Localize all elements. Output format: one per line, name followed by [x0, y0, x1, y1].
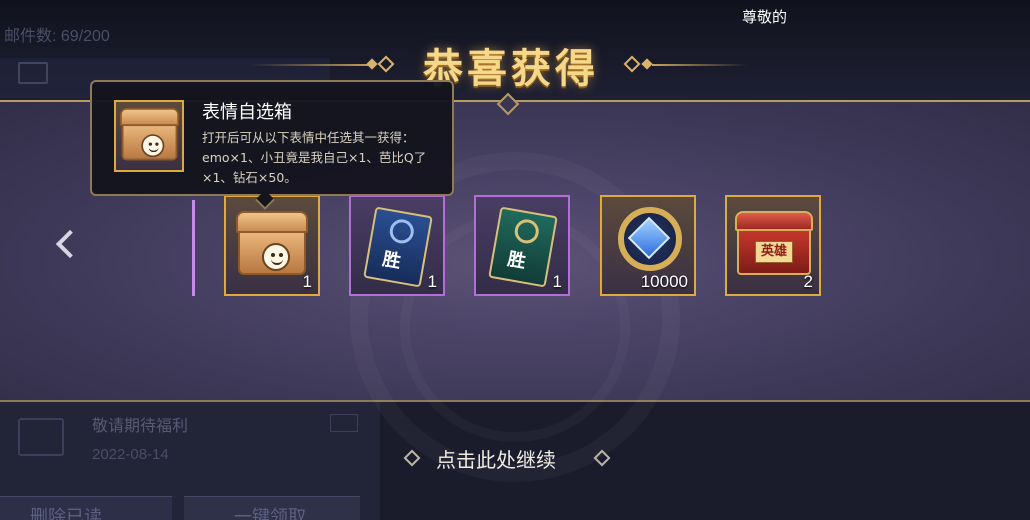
claim-all-button: 一键领取 — [184, 496, 360, 520]
title-line-left — [250, 64, 375, 66]
diamond-ornament-right-icon — [593, 449, 611, 467]
reward-item-blue-card[interactable]: 胜 1 — [349, 195, 445, 296]
card-badge: 胜 — [380, 248, 403, 273]
mail-tag-icon — [330, 414, 358, 432]
item-count: 10000 — [640, 272, 688, 291]
title-line-right — [652, 64, 747, 66]
victory-card-blue-icon: 胜 — [363, 206, 433, 288]
diamond-ornament-left-icon — [403, 449, 421, 467]
hero-chest-plate: 英雄 — [755, 241, 793, 263]
item-count: 1 — [427, 272, 437, 291]
scroll-left-button[interactable] — [50, 228, 85, 268]
item-count: 2 — [803, 272, 813, 291]
title-diamond-right — [623, 55, 641, 73]
emoji-chest-icon — [236, 211, 308, 277]
tooltip-description: 打开后可从以下表情中任选其一获得：emo×1、小丑竟是我自己×1、芭比Q了×1、… — [202, 130, 427, 185]
continue-label: 点击此处继续 — [436, 448, 556, 472]
hero-chest-icon: 英雄 — [735, 211, 813, 277]
reward-item-diamond[interactable]: 10000 — [600, 195, 696, 296]
chevron-left-icon — [55, 229, 85, 259]
title-diamond-left — [377, 55, 395, 73]
item-tooltip: 表情自选箱 打开后可从以下表情中任选其一获得：emo×1、小丑竟是我自己×1、芭… — [90, 80, 454, 196]
delete-read-button: 删除已读 — [0, 496, 172, 520]
tooltip-title: 表情自选箱 — [202, 102, 292, 123]
mail-item-date: 2022-08-14 — [92, 446, 169, 463]
reward-item-emoji-chest[interactable]: 1 — [224, 195, 320, 296]
item-count: 1 — [552, 272, 562, 291]
reward-item-hero-chest[interactable]: 英雄 2 — [725, 195, 821, 296]
mail-item-title: 敬请期待福利 — [92, 416, 189, 435]
top-right-text: 尊敬的 — [742, 8, 788, 26]
reward-item-green-card[interactable]: 胜 1 — [474, 195, 570, 296]
item-count: 1 — [302, 272, 312, 291]
item-slot-partial-edge — [192, 200, 195, 296]
mail-icon — [18, 418, 64, 456]
emoji-chest-icon — [120, 108, 180, 162]
tooltip-item-frame — [114, 100, 184, 172]
title-ornament-left — [366, 58, 378, 70]
card-badge: 胜 — [505, 248, 528, 273]
title-ornament-right — [641, 58, 653, 70]
continue-button[interactable]: 点击此处继续 — [402, 444, 612, 474]
victory-card-green-icon: 胜 — [488, 206, 558, 288]
